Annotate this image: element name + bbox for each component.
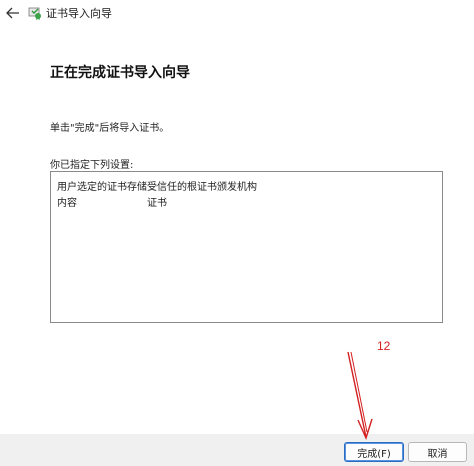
settings-row: 用户选定的证书存储 受信任的根证书颁发机构 xyxy=(57,178,437,193)
back-arrow-icon xyxy=(6,7,19,19)
back-button[interactable] xyxy=(2,3,24,23)
setting-value: 受信任的根证书颁发机构 xyxy=(147,182,257,193)
setting-value: 证书 xyxy=(147,198,167,209)
annotation-step-number: 12 xyxy=(377,339,391,353)
page-heading: 正在完成证书导入向导 xyxy=(50,65,190,81)
cancel-button[interactable]: 取消 xyxy=(408,442,467,462)
finish-button[interactable]: 完成(F) xyxy=(344,442,404,462)
setting-key: 用户选定的证书存储 xyxy=(57,182,147,193)
setting-key: 内容 xyxy=(57,198,77,209)
settings-list[interactable]: 用户选定的证书存储 受信任的根证书颁发机构 内容 证书 xyxy=(50,171,443,323)
title-bar: 证书导入向导 xyxy=(0,0,474,28)
settings-row: 内容 证书 xyxy=(57,194,437,209)
window-title: 证书导入向导 xyxy=(46,7,112,20)
certificate-import-wizard-window: 证书导入向导 正在完成证书导入向导 单击"完成"后将导入证书。 你已指定下列设置… xyxy=(0,0,474,466)
settings-label: 你已指定下列设置: xyxy=(50,160,134,171)
instruction-text: 单击"完成"后将导入证书。 xyxy=(50,123,170,134)
certificate-wizard-icon xyxy=(28,7,41,20)
